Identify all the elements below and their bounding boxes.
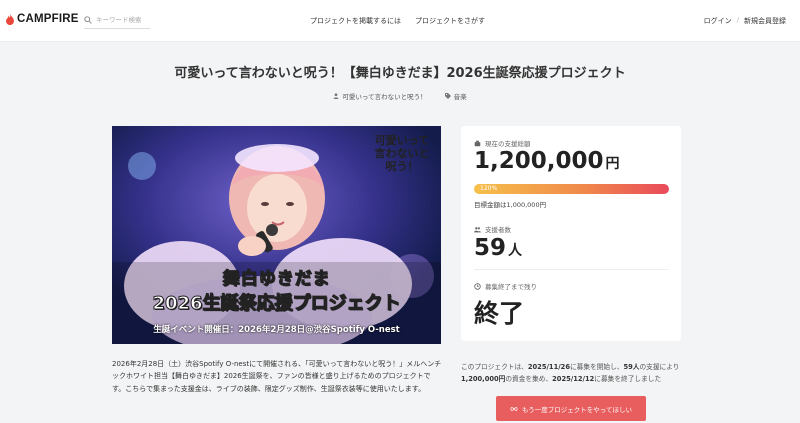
hero-event-date: 生誕イベント開催日：2026年2月28日@渋谷Spotify O-nest [153,325,400,335]
search-box[interactable] [84,12,150,29]
campfire-logo[interactable]: CAMPFIRE [6,13,79,25]
login-link[interactable]: ログイン [704,16,732,26]
tag-icon [444,93,451,99]
search-icon [84,16,92,24]
summary-text-2: に募集を開始し、 [570,363,624,371]
summary-text-5: に募集を終了しました [594,375,662,383]
supporters-count: 59 人 [474,235,522,261]
total-label-row: 現在の支援総額 [474,138,531,148]
project-owner[interactable]: 可愛いって言わないと呪う！ [333,91,427,101]
clock-icon [474,282,481,290]
funding-stats-card: 現在の支援総額 1,200,000 円 120% 目標金額は1,000,000円 … [461,126,681,341]
supporters-unit: 人 [508,243,523,259]
supporters-label-row: 支援者数 [474,224,511,234]
project-title: 可愛いって言わないと呪う！【舞白ゆきだま】2026生誕祭応援プロジェクト [174,66,626,81]
total-amount: 1,200,000 円 [474,148,620,174]
goal-amount: 目標金額は1,000,000円 [474,201,547,209]
remaining-label: 募集終了まで残り [485,283,537,291]
summary-text-4: の資金を集め、 [505,375,553,383]
request-again-button[interactable]: もう一度プロジェクトをやってほしい [496,396,646,421]
people-icon [474,226,481,232]
supporters-value: 59 [474,235,507,261]
summary-text-3: の支援により [639,363,680,371]
project-meta: 可愛いって言わないと呪う！ 音楽 [0,91,800,101]
total-unit: 円 [605,156,620,172]
total-value: 1,200,000 [474,148,604,174]
nav-find-project[interactable]: プロジェクトをさがす [415,16,485,26]
project-category[interactable]: 音楽 [444,91,467,101]
progress-bar: 120% [474,184,669,194]
remaining-label-row: 募集終了まで残り [474,281,537,291]
progress-percent: 120% [480,185,498,192]
summary-amount: 1,200,000円 [461,375,506,383]
category-name: 音楽 [453,93,467,101]
total-label: 現在の支援総額 [485,140,531,148]
nav-start-project[interactable]: プロジェクトを掲載するには [310,16,401,26]
stats-divider [474,269,669,270]
project-main-image: 可愛いって言わないと呪う！ 舞白ゆきだま 2026生誕祭応援プロジェクト 生誕イ… [112,126,441,344]
signup-link[interactable]: 新規会員登録 [744,16,786,26]
project-description: 2026年2月28日（土）渋谷Spotify O-nestにて開催される、「可愛… [112,360,442,393]
remaining-value: 終了 [474,299,525,328]
money-bag-icon [474,140,481,146]
site-header: CAMPFIRE プロジェクトを掲載するには プロジェクトをさがす ログイン /… [0,0,800,42]
logo-text: CAMPFIRE [17,13,79,25]
search-input[interactable] [96,16,148,24]
summary-supporters: 59人 [623,363,640,371]
flame-icon [6,13,14,25]
user-icon [334,93,339,99]
owner-name: 可愛いって言わないと呪う！ [342,93,427,101]
summary-end-date: 2025/12/12 [552,375,595,383]
auth-separator: / [736,16,739,24]
supporters-label: 支援者数 [485,226,511,234]
project-summary: このプロジェクトは、2025/11/26に募集を開始し、59人の支援により 1,2… [461,361,681,385]
summary-start-date: 2025/11/26 [527,363,570,371]
group-logo: 可愛いって言わないと呪う！ [374,134,430,173]
summary-text-1: このプロジェクトは、 [461,363,528,371]
auth-links: ログイン / 新規会員登録 [704,16,786,26]
hero-title-line2: 2026生誕祭応援プロジェクト [152,293,401,315]
hero-title-line1: 舞白ゆきだま [222,269,331,290]
infinity-icon [510,406,518,411]
request-again-label: もう一度プロジェクトをやってほしい [522,405,632,414]
